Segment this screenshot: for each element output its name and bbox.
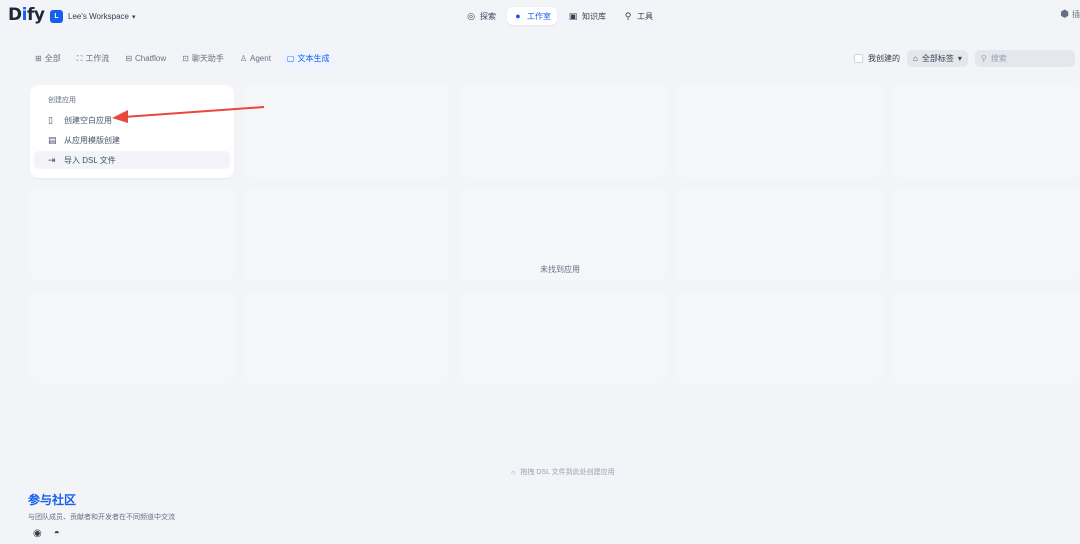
nav-knowledge-label: 知识库 — [582, 11, 606, 21]
filter-chatbot-label: 聊天助手 — [191, 54, 224, 63]
created-by-me-label: 我创建的 — [868, 54, 900, 63]
filter-completion-label: 文本生成 — [297, 54, 330, 63]
app-card-placeholder — [893, 85, 1080, 178]
nav-explore[interactable]: ◎ 探索 — [460, 7, 502, 25]
app-card-placeholder — [245, 85, 449, 178]
search-placeholder: 搜索 — [990, 54, 1007, 63]
nav-explore-label: 探索 — [480, 11, 496, 21]
community-section: 参与社区 与团队成员、贡献者和开发者在不同频道中交流 — [28, 491, 175, 522]
discord-icon[interactable]: ◓ — [54, 528, 60, 539]
arrow-shaft — [123, 106, 265, 118]
logo-prefix: D — [8, 5, 22, 25]
empty-state-text: 未找到应用 — [540, 265, 580, 274]
github-icon[interactable]: ◉ — [33, 528, 42, 539]
filter-workflow-label: 工作流 — [85, 54, 110, 63]
nav-tools-label: 工具 — [637, 11, 653, 21]
created-by-me-toggle[interactable]: 我创建的 — [854, 53, 900, 64]
nav-knowledge[interactable]: ▣ 知识库 — [562, 7, 612, 25]
import-icon: ⇥ — [48, 154, 56, 165]
filter-chatbot[interactable]: ⊡ 聊天助手 — [177, 50, 229, 67]
app-card-placeholder — [677, 291, 882, 384]
filter-chatflow-label: Chatflow — [135, 54, 167, 63]
nav-studio-label: 工作室 — [527, 11, 551, 21]
app-card-placeholder — [893, 291, 1080, 384]
text-generation-icon: ▢ — [286, 54, 295, 63]
app-card-placeholder — [461, 85, 666, 178]
app-card-placeholder — [893, 188, 1080, 281]
chat-bubble-icon: ⊡ — [182, 54, 189, 63]
community-subtitle: 与团队成员、贡献者和开发者在不同频道中交流 — [28, 514, 175, 521]
tag-filter-label: 全部标签 — [921, 54, 954, 63]
logo-suffix: fy — [26, 5, 45, 25]
workspace-switcher[interactable]: L Lee's Workspace ▾ — [50, 8, 135, 25]
community-links: ◉ ◓ — [33, 528, 60, 539]
filter-chatflow[interactable]: ⊟ Chatflow — [120, 50, 171, 67]
app-type-filters: ⊞ 全部 ⛶ 工作流 ⊟ Chatflow ⊡ 聊天助手 ♙ Agent ▢ 文… — [30, 50, 335, 67]
dsl-drop-hint: ☼ 拖拽 DSL 文件到此处创建应用 — [510, 467, 615, 477]
filter-completion[interactable]: ▢ 文本生成 — [281, 50, 335, 67]
dify-logo[interactable]: Dify — [8, 5, 45, 25]
top-header: Dify L Lee's Workspace ▾ ◎ 探索 ● 工作室 ▣ 知识… — [0, 0, 1080, 32]
annotation-arrow — [112, 106, 265, 123]
create-from-template-label: 从应用模版创建 — [64, 135, 120, 145]
knowledge-icon: ▣ — [568, 10, 578, 21]
arrow-head — [112, 110, 128, 123]
plugins-label: 插 — [1072, 10, 1080, 19]
community-title: 参与社区 — [28, 493, 77, 507]
chevron-down-icon: ▾ — [957, 54, 962, 63]
template-icon: ▤ — [48, 134, 57, 145]
app-card-placeholder — [677, 85, 882, 178]
workflow-icon: ⛶ — [76, 53, 83, 63]
dsl-drop-hint-text: 拖拽 DSL 文件到此处创建应用 — [520, 469, 615, 476]
import-dsl-button[interactable]: ⇥ 导入 DSL 文件 — [34, 151, 230, 169]
filter-all[interactable]: ⊞ 全部 — [30, 50, 66, 67]
filter-all-label: 全部 — [44, 54, 61, 63]
chatflow-icon: ⊟ — [125, 54, 133, 63]
create-from-template-button[interactable]: ▤ 从应用模版创建 — [34, 131, 230, 149]
studio-icon: ● — [515, 11, 521, 21]
tools-icon: ⚲ — [624, 10, 632, 21]
filter-tools: 我创建的 ⌂ 全部标签 ▾ ⚲ 搜索 — [854, 50, 1075, 67]
main-nav: ◎ 探索 ● 工作室 ▣ 知识库 ⚲ 工具 — [460, 7, 659, 25]
app-card-placeholder — [677, 188, 882, 281]
plugin-icon: ⬢ — [1060, 9, 1069, 20]
explore-icon: ◎ — [467, 10, 475, 21]
grid-icon: ⊞ — [35, 54, 42, 63]
app-card-placeholder — [461, 291, 666, 384]
agent-icon: ♙ — [239, 54, 248, 63]
tag-filter-select[interactable]: ⌂ 全部标签 ▾ — [907, 50, 968, 67]
create-blank-app-label: 创建空白应用 — [64, 115, 112, 125]
filter-workflow[interactable]: ⛶ 工作流 — [72, 50, 115, 67]
search-icon: ⚲ — [980, 54, 987, 63]
app-card-placeholder — [245, 188, 449, 281]
filter-agent-label: Agent — [250, 54, 271, 63]
app-card-placeholder — [245, 291, 449, 384]
upload-icon: ☼ — [510, 468, 517, 476]
filter-agent[interactable]: ♙ Agent — [235, 50, 276, 67]
nav-studio[interactable]: ● 工作室 — [507, 7, 557, 25]
chevron-down-icon: ▾ — [131, 13, 136, 21]
search-input[interactable]: ⚲ 搜索 — [974, 50, 1075, 67]
workspace-avatar: L — [50, 10, 63, 23]
app-card-placeholder — [30, 291, 234, 384]
tag-icon: ⌂ — [913, 54, 918, 63]
file-icon: ▯ — [48, 114, 53, 125]
nav-tools[interactable]: ⚲ 工具 — [617, 7, 659, 25]
workspace-name: Lee's Workspace — [68, 12, 129, 21]
import-dsl-label: 导入 DSL 文件 — [64, 155, 116, 165]
create-app-card: 创建应用 ▯ 创建空白应用 ▤ 从应用模版创建 ⇥ 导入 DSL 文件 — [30, 85, 234, 178]
plugins-button[interactable]: ⬢ 插 — [1060, 9, 1080, 20]
created-by-me-checkbox[interactable] — [854, 54, 863, 63]
app-card-placeholder — [30, 188, 234, 281]
